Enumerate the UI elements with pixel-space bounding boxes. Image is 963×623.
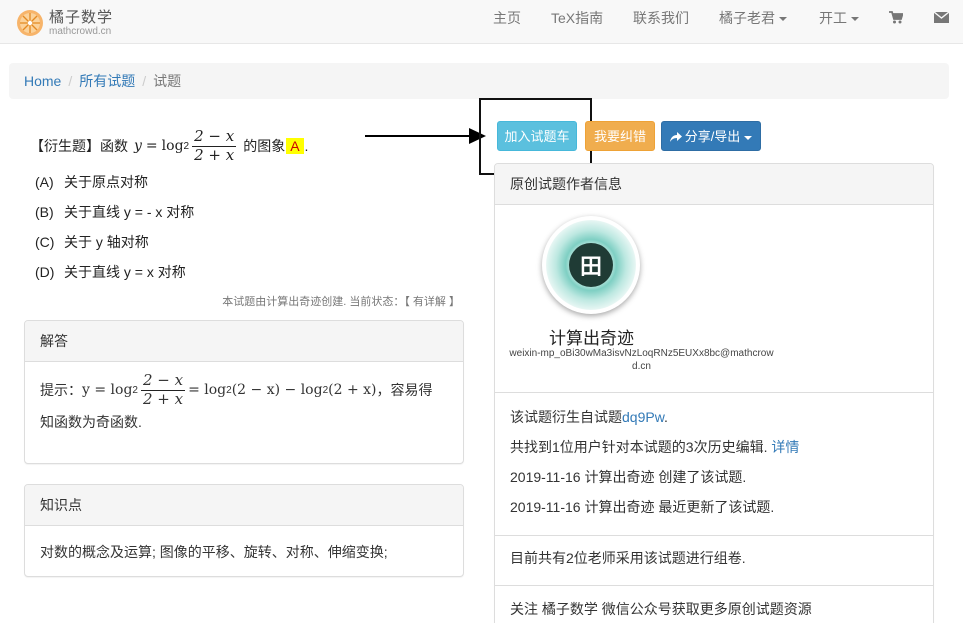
knowledge-text: 对数的概念及运算; 图像的平移、旋转、对称、伸缩变换; (40, 544, 388, 560)
solution-base: 2 (132, 384, 138, 396)
option-text: 关于直线 y = x 对称 (64, 264, 186, 280)
avatar-glyph: 田 (569, 243, 613, 287)
breadcrumb-home[interactable]: Home (24, 73, 61, 89)
fraction-numerator: 2 − x (194, 127, 235, 146)
nav-home[interactable]: 主页 (493, 0, 521, 44)
derived-suffix: . (664, 409, 668, 425)
annotation-arrow-icon (365, 128, 486, 144)
nav-dropdown-start[interactable]: 开工 (819, 0, 859, 44)
caret-down-icon (779, 17, 787, 22)
breadcrumb-all-questions[interactable]: 所有试题 (79, 73, 135, 89)
solution-denominator: 2 + x (140, 389, 186, 408)
brand-link[interactable]: 橘子数学 mathcrowd.cn (16, 8, 113, 38)
option-c: (C) 关于 y 轴对称 (30, 227, 460, 257)
panel-divider (495, 585, 933, 586)
derived-question-link[interactable]: dq9Pw (622, 409, 664, 425)
history-text: 共找到1位用户针对本试题的3次历史编辑. (510, 439, 768, 455)
derived-prefix: 该试题衍生自试题 (510, 409, 622, 425)
panel-divider (495, 392, 933, 393)
question-end: . (304, 138, 309, 154)
solution-heading: 解答 (25, 321, 463, 362)
option-key: (B) (35, 204, 54, 220)
breadcrumb-separator: / (68, 73, 73, 89)
add-to-cart-button[interactable]: 加入试题车 (497, 121, 577, 151)
option-text: 关于 y 轴对称 (64, 234, 149, 250)
question-suffix: 的图象 (243, 138, 286, 154)
created-line: 2019-11-16 计算出奇迹 创建了该试题. (510, 469, 747, 485)
author-email: weixin-mp_oBi30wMa3isvNzLoqRNz5EUXx8bc@m… (509, 348, 774, 372)
math-equals: = (145, 138, 158, 154)
breadcrumb: Home / 所有试题 / 试题 (9, 63, 949, 99)
breadcrumb-current: 试题 (153, 73, 182, 89)
history-details-link[interactable]: 详情 (771, 439, 799, 455)
nav-laojun-label: 橘子老君 (719, 10, 775, 26)
solution-rhs-2: (2 − x) − log (231, 382, 323, 398)
option-a: (A) 关于原点对称 (30, 167, 460, 197)
top-navbar: 橘子数学 mathcrowd.cn 主页 TeX指南 联系我们 橘子老君 开工 (0, 0, 963, 44)
share-icon (669, 132, 682, 142)
solution-panel: 解答 提示： y = log 2 2 − x 2 + x = log 2 (2 − … (24, 320, 464, 464)
question-prefix: 【衍生题】函数 (30, 138, 128, 154)
math-log: log (161, 138, 184, 154)
option-key: (C) (35, 234, 55, 250)
author-heading: 原创试题作者信息 (495, 164, 933, 205)
fraction-denominator: 2 + x (192, 145, 237, 164)
nav-dropdown-laojun[interactable]: 橘子老君 (719, 0, 787, 44)
history-line: 共找到1位用户针对本试题的3次历史编辑. 详情 (510, 437, 799, 457)
avatar-ring: 田 (546, 220, 636, 310)
solution-tail: ，容易得 (376, 382, 433, 398)
solution-rhs-1: = log (188, 382, 227, 398)
author-avatar[interactable]: 田 (542, 216, 640, 314)
share-export-button[interactable]: 分享/导出 (661, 121, 761, 151)
nav-contact[interactable]: 联系我们 (633, 0, 689, 44)
option-text: 关于直线 y = - x 对称 (64, 204, 195, 220)
solution-line-2: 知函数为奇函数. (40, 414, 142, 430)
nav-start-label: 开工 (819, 10, 847, 26)
options-list: (A) 关于原点对称 (B) 关于直线 y = - x 对称 (C) 关于 y 轴对称… (30, 167, 460, 287)
usage-line: 目前共有2位老师采用该试题进行组卷. (510, 550, 746, 566)
follow-line: 关注 橘子数学 微信公众号获取更多原创试题资源 (510, 601, 812, 617)
solution-line-1: 提示： y = log 2 2 − x 2 + x = log 2 (2 − x) … (40, 370, 448, 410)
report-error-button[interactable]: 我要纠错 (585, 121, 655, 151)
brand-domain: mathcrowd.cn (49, 25, 112, 37)
solution-math-lhs: y = log (82, 382, 133, 398)
orange-logo-icon (17, 10, 43, 36)
knowledge-heading: 知识点 (25, 485, 463, 526)
author-name: 计算出奇迹 (549, 329, 634, 348)
cart-icon[interactable] (889, 11, 903, 24)
solution-numerator: 2 − x (142, 371, 184, 390)
caret-down-icon (851, 17, 859, 22)
question-block: 【衍生题】函数 y = log 2 2 − x 2 + x 的图象 A . (A)… (30, 127, 460, 318)
math-log-base: 2 (183, 140, 190, 152)
question-fraction: 2 − x 2 + x (192, 127, 237, 164)
answer-highlight: A (286, 138, 304, 154)
share-export-label: 分享/导出 (684, 129, 741, 144)
knowledge-panel: 知识点 对数的概念及运算; 图像的平移、旋转、对称、伸缩变换; (24, 484, 464, 577)
option-key: (D) (35, 264, 55, 280)
solution-fraction: 2 − x 2 + x (140, 371, 186, 408)
question-status: 本试题由计算出奇迹创建. 当前状态：【 有详解 】 (222, 296, 460, 308)
option-key: (A) (35, 174, 54, 190)
option-d: (D) 关于直线 y = x 对称 (30, 257, 460, 287)
breadcrumb-separator: / (142, 73, 147, 89)
author-panel: 原创试题作者信息 田 计算出奇迹 weixin-mp_oBi30wMa3isvN… (494, 163, 934, 623)
solution-prefix: 提示： (40, 382, 82, 398)
option-b: (B) 关于直线 y = - x 对称 (30, 197, 460, 227)
derived-from-line: 该试题衍生自试题dq9Pw. (510, 407, 668, 427)
brand-name: 橘子数学 (49, 7, 114, 26)
panel-divider (495, 535, 933, 536)
solution-rhs-3: (2 + x) (328, 382, 377, 398)
solution-body: 提示： y = log 2 2 − x 2 + x = log 2 (2 − x) … (25, 362, 463, 447)
math-y: y (134, 138, 142, 154)
updated-line: 2019-11-16 计算出奇迹 最近更新了该试题. (510, 499, 775, 515)
envelope-icon[interactable] (934, 12, 949, 23)
caret-down-icon (744, 135, 753, 140)
option-text: 关于原点对称 (64, 174, 148, 190)
nav-tex-guide[interactable]: TeX指南 (551, 0, 603, 44)
